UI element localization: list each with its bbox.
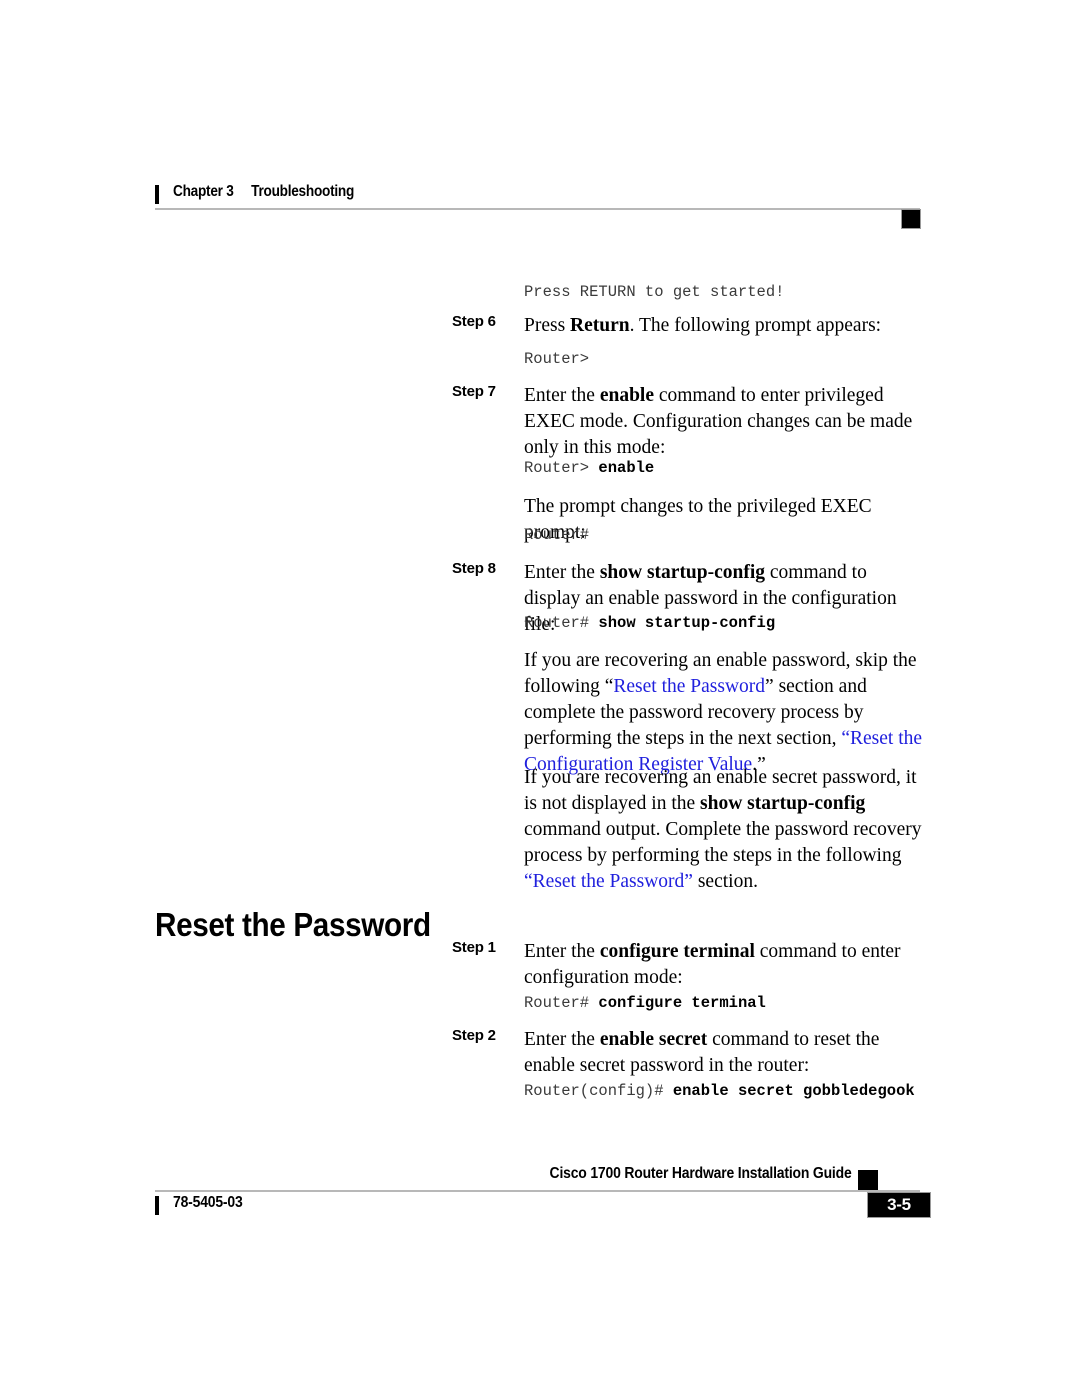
code-prompt: Router> <box>524 350 590 368</box>
code-prompt: Router(config)# <box>524 1082 673 1100</box>
step-text-2: Enter the enable secret command to reset… <box>524 1027 924 1079</box>
page-header: Chapter 3 Troubleshooting <box>155 183 921 229</box>
paragraph-part-d: section. <box>692 871 758 892</box>
step-text-7-part-a: Enter the <box>524 385 600 406</box>
code-command: enable <box>598 459 655 477</box>
footer-page-number-box: 3-5 <box>867 1192 931 1218</box>
code-prompt: Router> <box>524 459 599 477</box>
code-line-enable-secret: Router(config)# enable secret gobbledego… <box>524 1081 944 1101</box>
step-label-1: Step 1 <box>452 939 496 956</box>
code-command: show startup-config <box>598 614 776 632</box>
step-text-6-part-c: . The following prompt appears: <box>629 315 882 336</box>
page-footer: Cisco 1700 Router Hardware Installation … <box>155 1165 931 1235</box>
quote-open-2: “ <box>841 728 850 749</box>
code-line-press-return: Press RETURN to get started! <box>524 282 944 302</box>
footer-page-number: 3-5 <box>887 1195 911 1214</box>
footer-document-number: 78-5405-03 <box>173 1194 243 1211</box>
code-line-show-startup-config: Router# show startup-config <box>524 613 944 633</box>
step-text-7: Enter the enable command to enter privil… <box>524 383 924 461</box>
step-text-6: Press Return. The following prompt appea… <box>524 313 924 339</box>
code-line-enable: Router> enable <box>524 458 944 478</box>
header-corner-square <box>901 209 921 229</box>
header-chapter-number: Chapter 3 <box>173 183 234 200</box>
footer-divider <box>155 1190 920 1192</box>
footer-corner-square <box>858 1170 878 1190</box>
paragraph-enable-secret: If you are recovering an enable secret p… <box>524 765 926 895</box>
code-prompt: Router# <box>524 994 599 1012</box>
code-prompt: Router# <box>524 526 590 544</box>
quote-close: ” <box>765 676 774 697</box>
header-chapter-title: Troubleshooting <box>251 183 355 200</box>
step-text-2-part-a: Enter the <box>524 1029 600 1050</box>
section-heading-reset-the-password: Reset the Password <box>155 906 431 944</box>
paragraph-keyword: show startup-config <box>700 793 866 814</box>
link-reset-the-password-2[interactable]: “Reset the Password” <box>524 871 693 892</box>
step-label-8: Step 8 <box>452 560 496 577</box>
step-label-7: Step 7 <box>452 383 496 400</box>
code-line-configure-terminal: Router# configure terminal <box>524 993 944 1013</box>
code-command: configure terminal <box>598 994 766 1012</box>
code-text: Press RETURN to get started! <box>524 283 785 301</box>
step-text-6-keyword: Return <box>570 315 630 336</box>
step-text-1: Enter the configure terminal command to … <box>524 939 924 991</box>
step-label-6: Step 6 <box>452 313 496 330</box>
header-divider <box>155 208 920 210</box>
step-text-1-keyword: configure terminal <box>599 941 755 962</box>
document-page: Chapter 3 Troubleshooting Press RETURN to… <box>0 0 1080 1397</box>
paragraph-part-c: command output. Complete the password re… <box>524 819 922 866</box>
step-text-8-keyword: show startup-config <box>599 562 766 583</box>
step-label-2: Step 2 <box>452 1027 496 1044</box>
paragraph-enable-password: If you are recovering an enable password… <box>524 648 926 778</box>
code-command: enable secret gobbledegook <box>672 1082 915 1100</box>
footer-guide-title: Cisco 1700 Router Hardware Installation … <box>550 1165 852 1182</box>
step-text-6-part-a: Press <box>524 315 571 336</box>
header-chapter-label: Chapter 3 Troubleshooting <box>173 183 354 201</box>
code-line-privileged-prompt: Router# <box>524 525 944 545</box>
link-reset-the-password[interactable]: Reset the Password <box>613 676 765 697</box>
header-tick-mark <box>155 185 159 204</box>
code-prompt: Router# <box>524 614 599 632</box>
step-text-8-part-a: Enter the <box>524 562 600 583</box>
code-line-router-prompt: Router> <box>524 349 944 369</box>
footer-tick-mark <box>155 1196 159 1215</box>
step-text-1-part-a: Enter the <box>524 941 600 962</box>
step-text-2-keyword: enable secret <box>599 1029 708 1050</box>
step-text-7-keyword: enable <box>599 385 654 406</box>
